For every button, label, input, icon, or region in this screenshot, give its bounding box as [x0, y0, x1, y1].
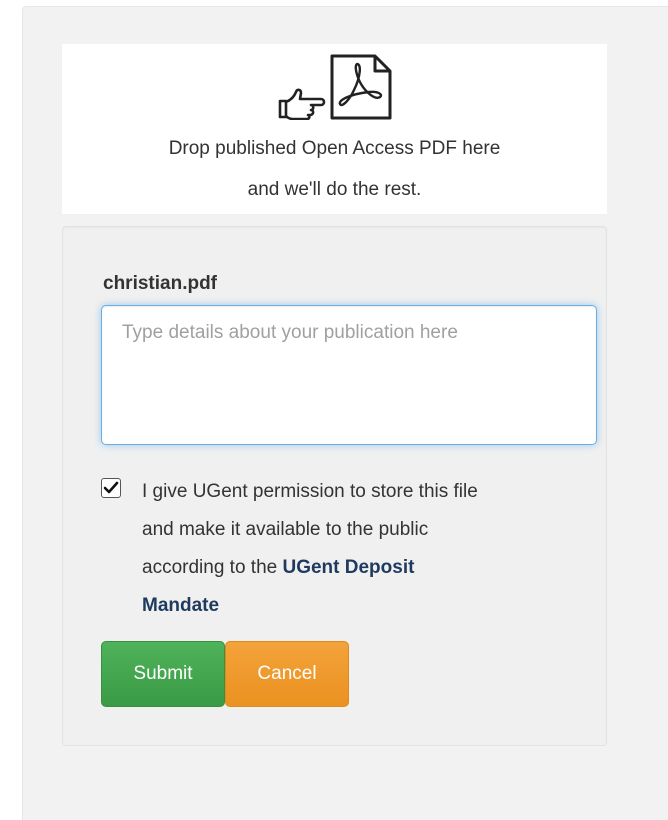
consent-line3-prefix: according to the [142, 557, 283, 578]
file-name: christian.pdf [103, 273, 218, 294]
cancel-button[interactable]: Cancel [225, 641, 349, 707]
publication-details-input[interactable] [101, 305, 597, 445]
pointing-hand-icon [278, 88, 325, 120]
deposit-mandate-link-continued[interactable]: Mandate [142, 595, 219, 616]
consent-label: I give UGent permission to store this fi… [142, 473, 592, 625]
pdf-dropzone[interactable]: Drop published Open Access PDF here and … [62, 44, 607, 214]
consent-line1: I give UGent permission to store this fi… [142, 481, 478, 502]
deposit-mandate-link[interactable]: UGent Deposit [282, 557, 414, 578]
submit-button[interactable]: Submit [101, 641, 225, 707]
dropzone-icons [62, 54, 607, 120]
consent-checkbox[interactable] [101, 478, 121, 498]
checkmark-icon [103, 481, 119, 494]
consent-line3: according to the UGent Deposit [142, 549, 592, 587]
consent-line2: and make it available to the public [142, 519, 429, 540]
dropzone-text-line2: and we'll do the rest. [247, 179, 422, 200]
dropzone-text-line1: Drop published Open Access PDF here [168, 138, 501, 159]
pdf-file-icon [330, 54, 391, 120]
consent-line4: Mandate [142, 587, 592, 625]
upload-form: christian.pdf I give UGent permission to… [62, 226, 607, 746]
